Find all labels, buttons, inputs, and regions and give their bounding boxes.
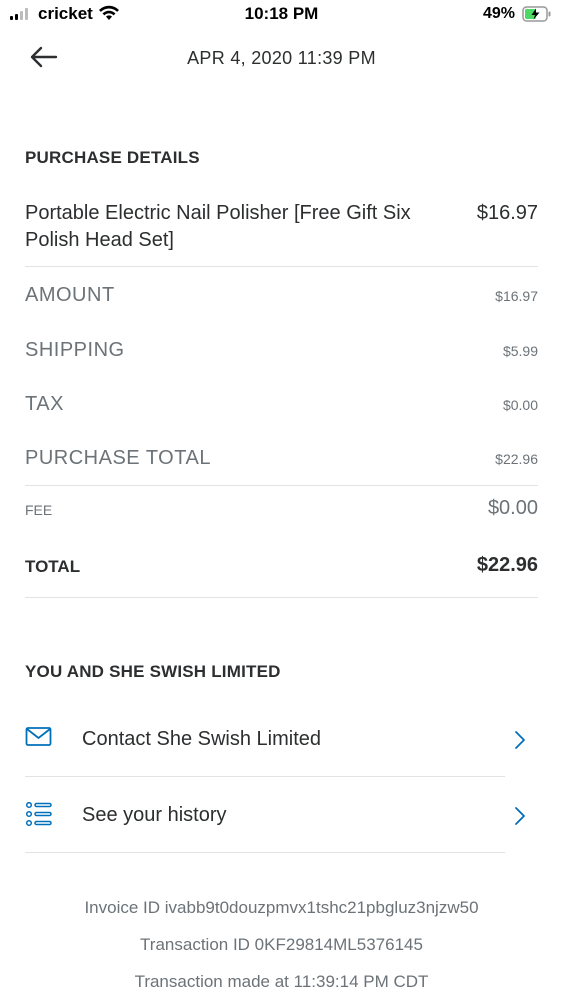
amount-label: AMOUNT	[25, 284, 115, 306]
total-label: TOTAL	[25, 557, 81, 576]
divider	[25, 597, 538, 598]
chevron-right-icon	[514, 806, 526, 831]
purchase-total-value: $22.96	[495, 451, 538, 467]
tax-row: TAX $0.00	[25, 393, 538, 417]
purchase-total-row: PURCHASE TOTAL $22.96	[25, 447, 538, 471]
fee-row: FEE $0.00	[25, 497, 538, 523]
contact-merchant-label: Contact She Swish Limited	[82, 728, 322, 750]
tax-value: $0.00	[502, 397, 538, 413]
fee-label: FEE	[25, 502, 53, 518]
divider	[25, 266, 538, 267]
divider	[25, 776, 505, 777]
shipping-value: $5.99	[502, 343, 538, 359]
purchase-details-title: PURCHASE DETAILS	[25, 148, 200, 167]
transaction-id: Transaction ID 0KF29814ML5376145	[140, 935, 423, 954]
divider	[25, 485, 538, 486]
item-price: $16.97	[476, 202, 538, 224]
tax-label: TAX	[25, 393, 64, 415]
invoice-id: Invoice ID ivabb9t0douzpmvx1tshc21pbgluz…	[84, 898, 479, 917]
purchase-total-label: PURCHASE TOTAL	[25, 447, 211, 469]
merchant-section-title: YOU AND SHE SWISH LIMITED	[25, 662, 281, 681]
shipping-row: SHIPPING $5.99	[25, 339, 538, 363]
contact-merchant-link[interactable]: Contact She Swish Limited	[25, 720, 538, 760]
shipping-label: SHIPPING	[25, 339, 125, 361]
item-name: Portable Electric Nail Polisher [Free Gi…	[25, 202, 411, 251]
status-bar: cricket 10:18 PM 49%	[0, 0, 563, 30]
total-value: $22.96	[476, 554, 538, 576]
amount-row: AMOUNT $16.97	[25, 284, 538, 308]
amount-value: $16.97	[495, 288, 538, 304]
transaction-date: APR 4, 2020 11:39 PM	[187, 48, 376, 68]
total-row: TOTAL $22.96	[25, 554, 538, 580]
divider	[25, 852, 505, 853]
mail-icon	[25, 726, 53, 753]
see-history-link[interactable]: See your history	[25, 796, 538, 836]
status-time: 10:18 PM	[244, 4, 319, 23]
fee-value: $0.00	[487, 497, 538, 519]
chevron-right-icon	[514, 730, 526, 755]
battery-percentage: 49%	[483, 5, 516, 22]
battery-charging-icon	[522, 6, 552, 27]
list-icon	[25, 801, 53, 831]
see-history-label: See your history	[82, 804, 227, 826]
transaction-time: Transaction made at 11:39:14 PM CDT	[134, 972, 429, 991]
